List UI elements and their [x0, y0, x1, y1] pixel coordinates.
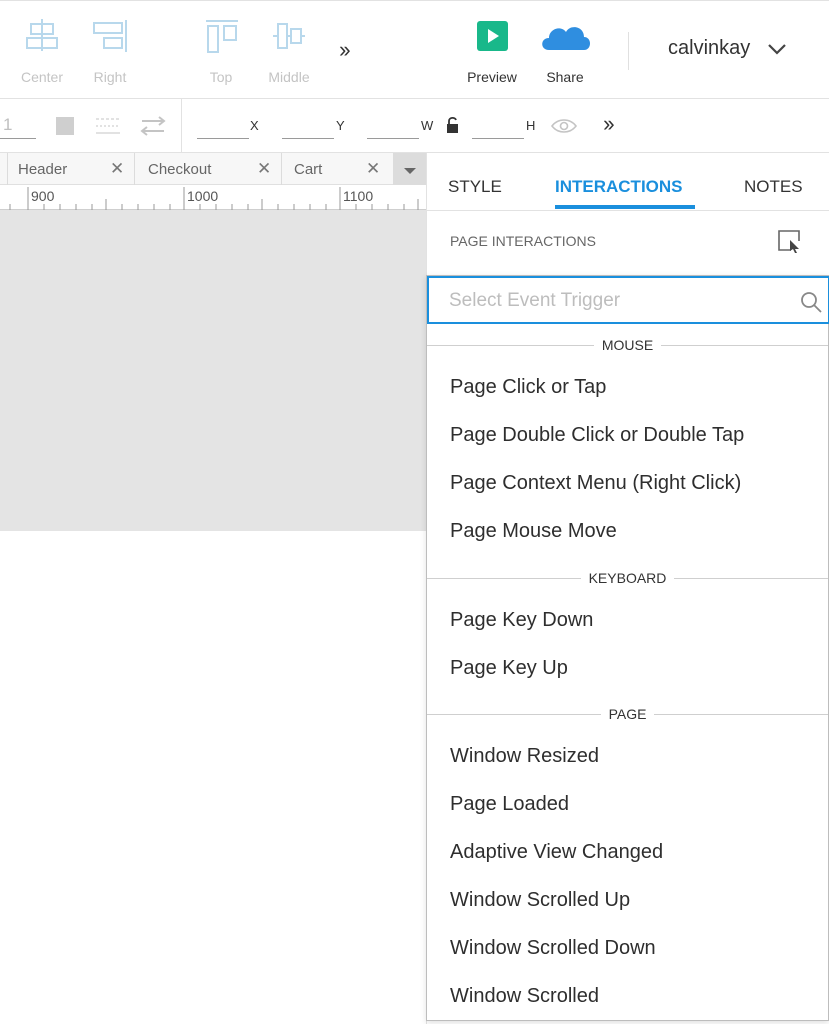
tab-style[interactable]: STYLE [448, 177, 502, 197]
horizontal-ruler: 900 1000 1100 [0, 185, 426, 210]
w-label: W [421, 118, 434, 133]
align-top-label: Top [209, 69, 233, 85]
section-header-mouse: MOUSE [427, 335, 828, 355]
play-icon [462, 17, 522, 55]
section-header-page: PAGE [427, 704, 828, 724]
ruler-label: 900 [31, 188, 55, 204]
option-page-double-click[interactable]: Page Double Click or Double Tap [450, 424, 744, 447]
align-right-label: Right [93, 69, 127, 85]
section-label: KEYBOARD [580, 570, 675, 586]
ruler-label: 1000 [187, 188, 219, 204]
fill-color-icon[interactable] [55, 116, 75, 141]
option-page-context-menu[interactable]: Page Context Menu (Right Click) [450, 472, 741, 495]
option-window-resized[interactable]: Window Resized [450, 745, 599, 768]
page-tab-checkout[interactable]: Checkout ✕ [135, 153, 282, 185]
align-center-icon [12, 17, 72, 55]
page-tab-label: Checkout [148, 161, 212, 178]
caret-down-icon [404, 168, 416, 174]
align-top-icon [191, 17, 251, 55]
option-page-click-or-tap[interactable]: Page Click or Tap [450, 376, 606, 399]
page-interactions-title: PAGE INTERACTIONS [450, 233, 596, 249]
preview-button[interactable]: Preview [462, 17, 522, 89]
search-icon [799, 290, 823, 319]
align-middle-button[interactable]: Middle [259, 17, 319, 89]
option-window-scrolled-up[interactable]: Window Scrolled Up [450, 889, 630, 912]
lock-icon[interactable] [445, 115, 461, 140]
add-interaction-icon[interactable] [777, 229, 803, 258]
page-tab-partial[interactable] [0, 153, 8, 185]
active-tab-indicator [555, 205, 695, 209]
cloud-icon [535, 17, 595, 55]
tab-interactions[interactable]: INTERACTIONS [555, 177, 683, 197]
border-style-icon[interactable] [95, 116, 121, 141]
close-icon[interactable]: ✕ [257, 159, 271, 179]
align-center-button[interactable]: Center [12, 17, 72, 89]
x-label: X [250, 118, 259, 133]
align-middle-icon [259, 17, 319, 55]
section-label: MOUSE [593, 337, 662, 353]
option-page-mouse-move[interactable]: Page Mouse Move [450, 520, 617, 543]
option-page-key-up[interactable]: Page Key Up [450, 657, 568, 680]
main-toolbar: Center Right Top Middle ›› Preview Share… [0, 0, 829, 99]
section-label: PAGE [600, 706, 655, 722]
page-tab-label: Header [18, 161, 68, 178]
align-middle-label: Middle [268, 69, 310, 85]
y-field[interactable] [282, 115, 334, 139]
align-right-icon [80, 17, 140, 55]
more-properties-chevron-icon[interactable]: ›› [603, 111, 615, 137]
chevron-down-icon[interactable] [766, 41, 788, 62]
align-top-button[interactable]: Top [191, 17, 251, 89]
property-divider [181, 99, 182, 152]
design-canvas[interactable] [0, 210, 426, 531]
option-page-loaded[interactable]: Page Loaded [450, 793, 569, 816]
option-page-key-down[interactable]: Page Key Down [450, 609, 593, 632]
option-window-scrolled[interactable]: Window Scrolled [450, 985, 599, 1008]
property-row: 1 X Y W H ›› [0, 99, 829, 153]
h-label: H [526, 118, 536, 133]
share-label: Share [546, 69, 584, 85]
user-menu[interactable]: calvinkay [668, 37, 750, 60]
share-button[interactable]: Share [535, 17, 595, 89]
x-field[interactable] [197, 115, 249, 139]
page-tab-header[interactable]: Header ✕ [8, 153, 135, 185]
align-right-button[interactable]: Right [80, 17, 140, 89]
close-icon[interactable]: ✕ [110, 159, 124, 179]
page-tabbar: Header ✕ Checkout ✕ Cart ✕ [0, 153, 426, 185]
more-tools-chevron-icon[interactable]: ›› [339, 37, 351, 63]
preview-label: Preview [467, 69, 517, 85]
arrow-style-icon[interactable] [140, 116, 166, 141]
close-icon[interactable]: ✕ [366, 159, 380, 179]
line-weight-field[interactable]: 1 [0, 115, 36, 139]
w-field[interactable] [367, 115, 419, 139]
event-trigger-search[interactable] [427, 276, 829, 324]
option-window-scrolled-down[interactable]: Window Scrolled Down [450, 937, 656, 960]
page-tab-cart[interactable]: Cart ✕ [282, 153, 394, 185]
tabs-divider [427, 210, 829, 211]
h-field[interactable] [472, 115, 524, 139]
tab-notes[interactable]: NOTES [744, 177, 803, 197]
section-header-keyboard: KEYBOARD [427, 568, 828, 588]
event-trigger-input[interactable] [449, 288, 789, 314]
event-trigger-dropdown: MOUSE Page Click or Tap Page Double Clic… [426, 275, 829, 1021]
page-tab-label: Cart [294, 161, 323, 178]
toolbar-divider [628, 32, 629, 70]
ruler-label: 1100 [343, 188, 374, 204]
tabs-dropdown-button[interactable] [394, 153, 426, 185]
eye-icon[interactable] [550, 117, 578, 140]
align-center-label: Center [20, 69, 64, 85]
y-label: Y [336, 118, 345, 133]
option-adaptive-view-changed[interactable]: Adaptive View Changed [450, 841, 663, 864]
